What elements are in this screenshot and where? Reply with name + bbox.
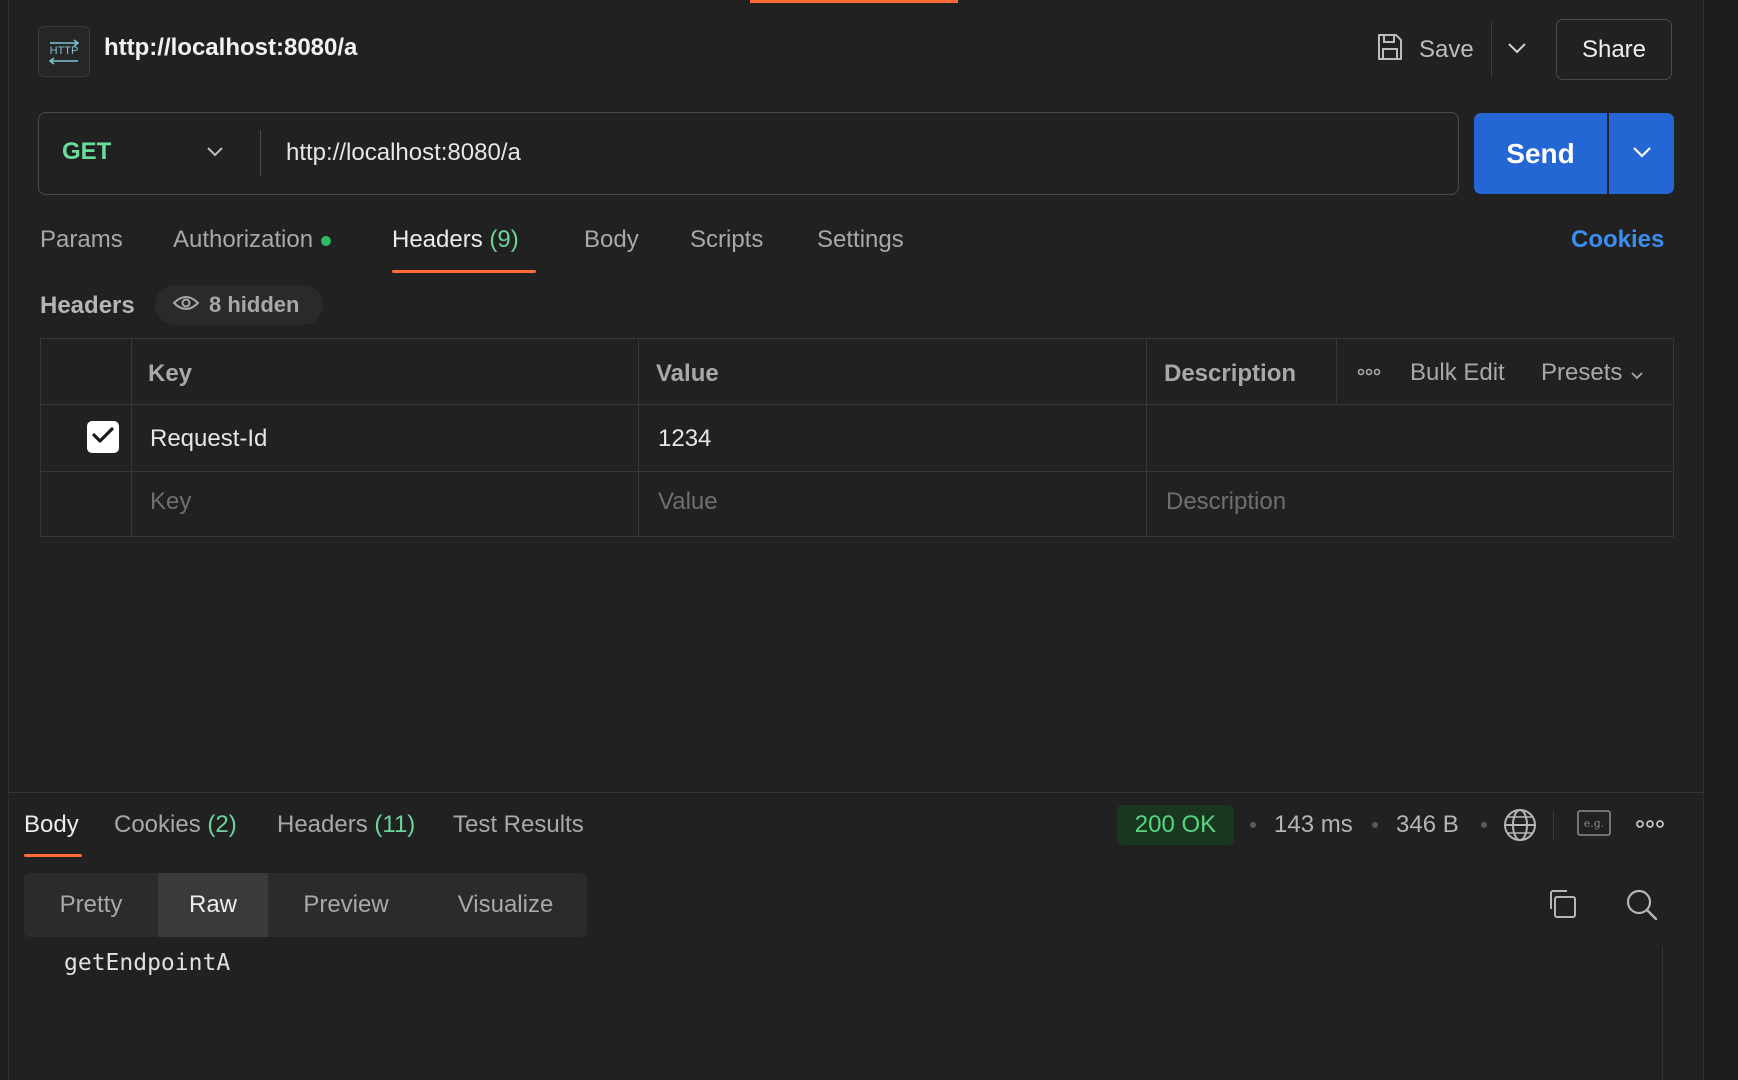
eye-icon	[172, 292, 200, 318]
header-key-cell[interactable]: Request-Id	[150, 425, 267, 453]
format-preview[interactable]: Preview	[268, 873, 424, 937]
response-time[interactable]: 143 ms	[1274, 811, 1353, 839]
globe-icon[interactable]	[1503, 808, 1537, 847]
send-button[interactable]: Send	[1474, 113, 1607, 194]
hidden-count: 8 hidden	[209, 292, 300, 317]
cookies-link[interactable]: Cookies	[1571, 226, 1664, 254]
tab-body[interactable]: Body	[584, 226, 639, 254]
search-icon[interactable]	[1625, 888, 1659, 927]
more-icon[interactable]	[1357, 360, 1381, 389]
tab-params[interactable]: Params	[40, 226, 123, 254]
chevron-down-icon	[206, 144, 224, 162]
url-input[interactable]: http://localhost:8080/a	[286, 139, 521, 167]
bulk-edit-button[interactable]: Bulk Edit	[1410, 359, 1505, 387]
method-dropdown-button[interactable]	[200, 138, 230, 168]
status-badge[interactable]: 200 OK	[1117, 805, 1234, 845]
chevron-down-icon	[1632, 145, 1652, 163]
divider	[1491, 22, 1492, 78]
col-divider	[1146, 338, 1147, 537]
tab-label: Cookies	[114, 811, 201, 838]
presets-dropdown[interactable]: Presets	[1541, 359, 1644, 387]
col-divider	[131, 338, 132, 537]
scrollbar[interactable]	[1662, 946, 1663, 1080]
svg-text:HTTP: HTTP	[50, 45, 79, 57]
example-icon[interactable]: e.g.	[1577, 810, 1611, 843]
tab-underline	[392, 270, 536, 273]
tab-scripts[interactable]: Scripts	[690, 226, 763, 254]
url-bar	[38, 112, 1459, 195]
separator-dot	[1372, 822, 1378, 828]
response-size[interactable]: 346 B	[1396, 811, 1459, 839]
more-icon[interactable]	[1635, 812, 1665, 841]
headers-label: Headers	[40, 292, 135, 319]
status-dot	[321, 235, 332, 246]
tab-label: Headers	[392, 226, 483, 253]
response-tab-cookies[interactable]: Cookies (2)	[114, 811, 237, 839]
col-divider	[1336, 338, 1337, 404]
tab-count: (11)	[374, 811, 416, 838]
tab-authorization[interactable]: Authorization	[173, 226, 332, 254]
request-title[interactable]: http://localhost:8080/a	[104, 34, 357, 62]
separator-dot	[1481, 822, 1487, 828]
presets-label: Presets	[1541, 359, 1623, 386]
row-enabled-checkbox[interactable]	[87, 421, 119, 453]
method-select[interactable]: GET	[62, 138, 111, 166]
checkmark-icon	[92, 426, 114, 449]
chevron-down-icon	[1630, 359, 1644, 387]
save-options-button[interactable]	[1500, 28, 1534, 72]
tab-label: Headers	[277, 811, 368, 838]
divider	[260, 130, 261, 176]
header-value-cell[interactable]: 1234	[658, 425, 711, 453]
divider	[1553, 810, 1554, 840]
tab-label: Authorization	[173, 226, 314, 253]
right-rail	[1703, 0, 1738, 1080]
share-button[interactable]: Share	[1556, 19, 1672, 80]
tab-headers[interactable]: Headers (9)	[392, 226, 519, 254]
hidden-headers-toggle[interactable]: 8 hidden	[155, 285, 323, 325]
column-header-key: Key	[148, 360, 193, 387]
svg-text:e.g.: e.g.	[1584, 817, 1605, 830]
chevron-down-icon	[1507, 41, 1527, 59]
save-label: Save	[1419, 36, 1474, 63]
format-raw[interactable]: Raw	[158, 873, 268, 937]
new-description-input[interactable]: Description	[1166, 488, 1286, 516]
response-tab-test-results[interactable]: Test Results	[453, 811, 584, 839]
format-pretty[interactable]: Pretty	[24, 873, 158, 937]
send-options-button[interactable]	[1609, 113, 1674, 194]
copy-icon[interactable]	[1546, 888, 1578, 925]
active-tab-indicator	[750, 0, 958, 3]
response-tab-body[interactable]: Body	[24, 811, 79, 839]
new-value-input[interactable]: Value	[658, 488, 718, 516]
format-visualize[interactable]: Visualize	[424, 873, 587, 937]
save-icon	[1375, 32, 1405, 69]
separator-dot	[1250, 822, 1256, 828]
response-divider[interactable]	[8, 792, 1703, 793]
left-rail	[0, 0, 9, 1080]
new-key-input[interactable]: Key	[150, 488, 191, 516]
column-header-description: Description	[1164, 360, 1297, 387]
row-divider	[40, 471, 1674, 472]
response-tab-headers[interactable]: Headers (11)	[277, 811, 415, 839]
tab-underline	[24, 854, 82, 857]
tab-count: (9)	[489, 226, 519, 253]
row-divider	[40, 404, 1674, 405]
save-button[interactable]: Save	[1375, 28, 1474, 72]
http-icon: HTTP	[38, 26, 90, 77]
column-header-value: Value	[656, 360, 719, 387]
col-divider	[638, 338, 639, 537]
tab-count: (2)	[207, 811, 237, 838]
response-body[interactable]: getEndpointA	[64, 950, 230, 976]
tab-settings[interactable]: Settings	[817, 226, 904, 254]
